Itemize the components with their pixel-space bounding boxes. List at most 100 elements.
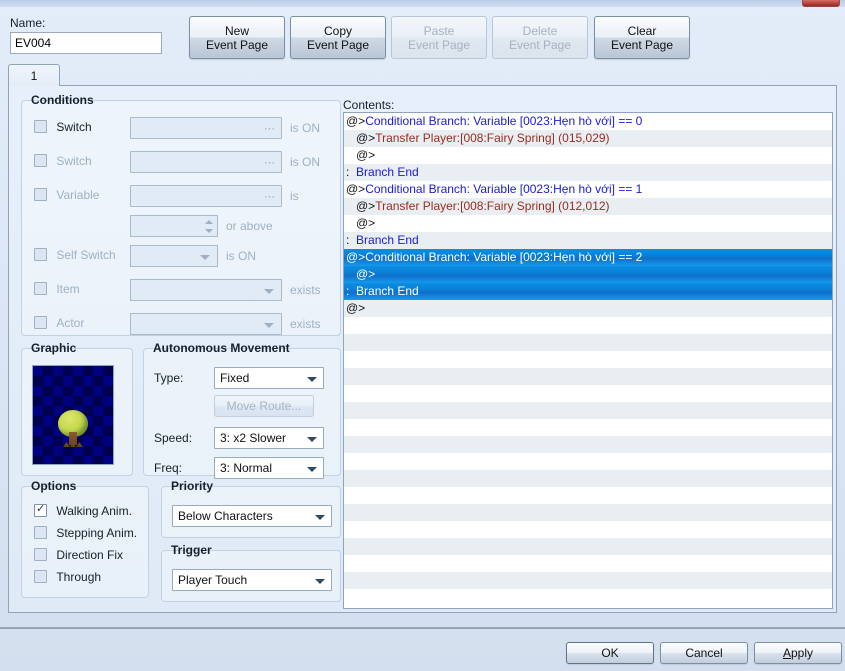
condition-variable-checkbox[interactable] — [34, 188, 47, 202]
condition-switch-1-field[interactable]: ⋯ — [130, 117, 282, 139]
graphic-group: Graphic — [21, 341, 133, 476]
condition-actor[interactable]: Actor — [34, 315, 84, 337]
contents-row[interactable]: @>Conditional Branch: Variable [0023:Hẹn… — [344, 113, 832, 130]
chevron-down-icon[interactable] — [264, 289, 274, 294]
condition-self-switch[interactable]: Self Switch — [34, 247, 116, 269]
contents-row[interactable] — [344, 555, 832, 572]
condition-item-label: Item — [56, 281, 80, 296]
clear-event-page-button-line1: Clear — [627, 23, 657, 38]
movement-speed-select[interactable]: 3: x2 Slower — [214, 427, 324, 449]
trigger-select[interactable]: Player Touch — [172, 569, 332, 591]
contents-row[interactable] — [344, 453, 832, 470]
option-stepping-anim[interactable]: Stepping Anim. — [34, 525, 137, 545]
contents-row-text: Branch End — [356, 165, 419, 179]
movement-speed-value: 3: x2 Slower — [220, 431, 287, 445]
condition-actor-checkbox[interactable] — [34, 316, 47, 330]
contents-row[interactable]: @> — [344, 266, 832, 283]
copy-event-page-button[interactable]: Copy Event Page — [290, 16, 386, 59]
contents-row[interactable]: @>Transfer Player:[008:Fairy Spring] (01… — [344, 198, 832, 215]
option-walking-anim[interactable]: Walking Anim. — [34, 502, 132, 523]
contents-row[interactable]: @> — [344, 147, 832, 164]
priority-select[interactable]: Below Characters — [172, 505, 332, 527]
condition-self-switch-combo[interactable] — [130, 245, 218, 267]
contents-row[interactable]: @>Conditional Branch: Variable [0023:Hẹn… — [344, 181, 832, 198]
condition-variable-orabove-label: or above — [226, 219, 273, 233]
contents-row[interactable]: @>Conditional Branch: Variable [0023:Hẹn… — [344, 249, 832, 266]
contents-row-prefix: @> — [346, 267, 376, 281]
spinner-arrows-icon[interactable] — [202, 217, 215, 235]
condition-variable[interactable]: Variable — [34, 187, 99, 209]
contents-list[interactable]: @>Conditional Branch: Variable [0023:Hẹn… — [343, 112, 833, 609]
chevron-down-icon[interactable] — [307, 377, 317, 382]
new-event-page-button[interactable]: New Event Page — [189, 16, 285, 59]
contents-row[interactable] — [344, 419, 832, 436]
contents-row[interactable] — [344, 572, 832, 589]
condition-switch-1[interactable]: Switch — [34, 119, 92, 141]
graphic-preview[interactable] — [32, 365, 114, 465]
contents-row-text: Conditional Branch: Variable [0023:Hẹn h… — [365, 114, 643, 128]
contents-row[interactable]: @> — [344, 215, 832, 232]
condition-switch-2-suffix: is ON — [290, 155, 320, 169]
ellipsis-icon[interactable]: ⋯ — [264, 190, 276, 203]
chevron-down-icon[interactable] — [200, 255, 210, 260]
condition-item[interactable]: Item — [34, 281, 80, 303]
chevron-down-icon[interactable] — [307, 467, 317, 472]
option-stepping-anim-checkbox[interactable] — [34, 526, 47, 540]
option-through-checkbox[interactable] — [34, 570, 47, 584]
contents-row[interactable] — [344, 521, 832, 538]
condition-variable-field[interactable]: ⋯ — [130, 185, 282, 207]
condition-variable-value-spinner[interactable] — [130, 215, 218, 237]
name-input[interactable] — [10, 32, 162, 54]
ellipsis-icon[interactable]: ⋯ — [264, 156, 276, 169]
contents-row[interactable]: : Branch End — [344, 283, 832, 300]
movement-freq-select[interactable]: 3: Normal — [214, 457, 324, 479]
contents-row[interactable] — [344, 436, 832, 453]
condition-self-switch-checkbox[interactable] — [34, 248, 47, 262]
condition-switch-2-checkbox[interactable] — [34, 154, 47, 168]
contents-row[interactable]: : Branch End — [344, 232, 832, 249]
condition-switch-2-field[interactable]: ⋯ — [130, 151, 282, 173]
contents-row[interactable] — [344, 402, 832, 419]
chevron-down-icon[interactable] — [315, 579, 325, 584]
priority-group: Priority Below Characters — [161, 479, 341, 538]
contents-row[interactable] — [344, 368, 832, 385]
option-walking-anim-checkbox[interactable] — [34, 502, 47, 518]
contents-row[interactable] — [344, 385, 832, 402]
close-icon[interactable] — [802, 0, 840, 7]
contents-row[interactable] — [344, 538, 832, 555]
contents-row[interactable]: @> — [344, 300, 832, 317]
ellipsis-icon[interactable]: ⋯ — [264, 122, 276, 135]
cancel-button[interactable]: Cancel — [660, 642, 748, 664]
contents-row[interactable] — [344, 334, 832, 351]
contents-row-text: Conditional Branch: Variable [0023:Hẹn h… — [365, 182, 643, 196]
contents-row[interactable] — [344, 470, 832, 487]
apply-button-label: Apply — [782, 646, 814, 660]
ok-button-label: OK — [601, 646, 619, 660]
chevron-down-icon[interactable] — [315, 515, 325, 520]
contents-row-prefix: @> — [346, 182, 366, 196]
chevron-down-icon[interactable] — [264, 323, 274, 328]
contents-row[interactable] — [344, 504, 832, 521]
option-through[interactable]: Through — [34, 569, 101, 589]
contents-row[interactable] — [344, 589, 832, 606]
option-direction-fix[interactable]: Direction Fix — [34, 547, 123, 567]
condition-switch-2[interactable]: Switch — [34, 153, 92, 175]
apply-button[interactable]: Apply — [754, 642, 842, 664]
movement-type-select[interactable]: Fixed — [214, 367, 324, 389]
contents-row[interactable] — [344, 317, 832, 334]
contents-row[interactable] — [344, 487, 832, 504]
condition-item-checkbox[interactable] — [34, 282, 47, 296]
conditions-title: Conditions — [31, 93, 94, 107]
condition-item-combo[interactable] — [130, 279, 282, 301]
contents-row[interactable]: : Branch End — [344, 164, 832, 181]
clear-event-page-button[interactable]: Clear Event Page — [594, 16, 690, 59]
tab-page-1[interactable]: 1 — [8, 64, 60, 86]
copy-event-page-button-line2: Event Page — [306, 37, 370, 52]
ok-button[interactable]: OK — [566, 642, 654, 664]
option-direction-fix-checkbox[interactable] — [34, 548, 47, 562]
chevron-down-icon[interactable] — [307, 437, 317, 442]
contents-row[interactable]: @>Transfer Player:[008:Fairy Spring] (01… — [344, 130, 832, 147]
contents-row[interactable] — [344, 351, 832, 368]
condition-actor-combo[interactable] — [130, 313, 282, 335]
condition-switch-1-checkbox[interactable] — [34, 120, 47, 134]
